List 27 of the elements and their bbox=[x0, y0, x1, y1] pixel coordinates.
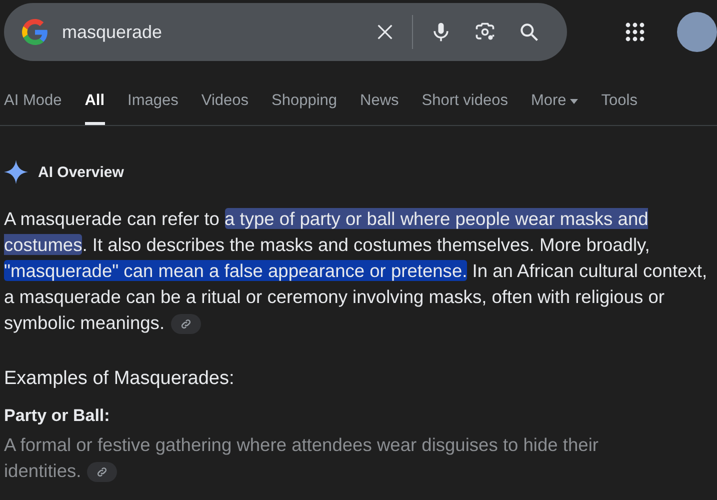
tab[interactable]: Videos bbox=[201, 92, 249, 125]
tab[interactable]: Short videos bbox=[422, 92, 508, 125]
caret-icon bbox=[570, 98, 578, 104]
source-link-button[interactable] bbox=[170, 314, 201, 334]
search-input[interactable]: masquerade bbox=[60, 20, 364, 44]
tab[interactable]: All bbox=[84, 92, 105, 125]
avatar[interactable] bbox=[677, 12, 717, 52]
google-logo-icon bbox=[22, 19, 48, 45]
section-heading: Examples of Masquerades: bbox=[4, 368, 236, 390]
search-bar[interactable]: masquerade bbox=[4, 3, 567, 61]
tab[interactable]: AI Mode bbox=[4, 92, 62, 125]
sparkle-icon bbox=[4, 160, 28, 184]
overview-paragraph: A masquerade can refer to a type of party or ball where people wear masks and costumes. It also describes the masks and costumes themselves. More broadly, "masquerade" can mean a false appearance or pretense. In an African cultural context, a masquerade can be a ritual or ceremony involving masks, often with religious or symbolic meanings. bbox=[4, 207, 708, 336]
subheading: Party or Ball: bbox=[4, 406, 111, 426]
description: A formal or festive gathering where attendees wear disguises to hide their identities. bbox=[4, 433, 600, 484]
tab[interactable]: News bbox=[360, 92, 399, 125]
tab[interactable]: Images bbox=[128, 92, 178, 125]
apps-grid-icon[interactable] bbox=[625, 22, 645, 42]
tab[interactable]: More bbox=[530, 92, 578, 125]
tab[interactable]: Shopping bbox=[272, 92, 338, 125]
link-icon bbox=[180, 318, 192, 330]
tab[interactable]: Tools bbox=[601, 92, 638, 125]
source-link-button[interactable] bbox=[87, 462, 118, 482]
search-icon[interactable] bbox=[518, 21, 540, 43]
link-icon bbox=[96, 466, 108, 478]
overview-title: AI Overview bbox=[38, 164, 124, 180]
clear-icon[interactable] bbox=[375, 22, 395, 42]
